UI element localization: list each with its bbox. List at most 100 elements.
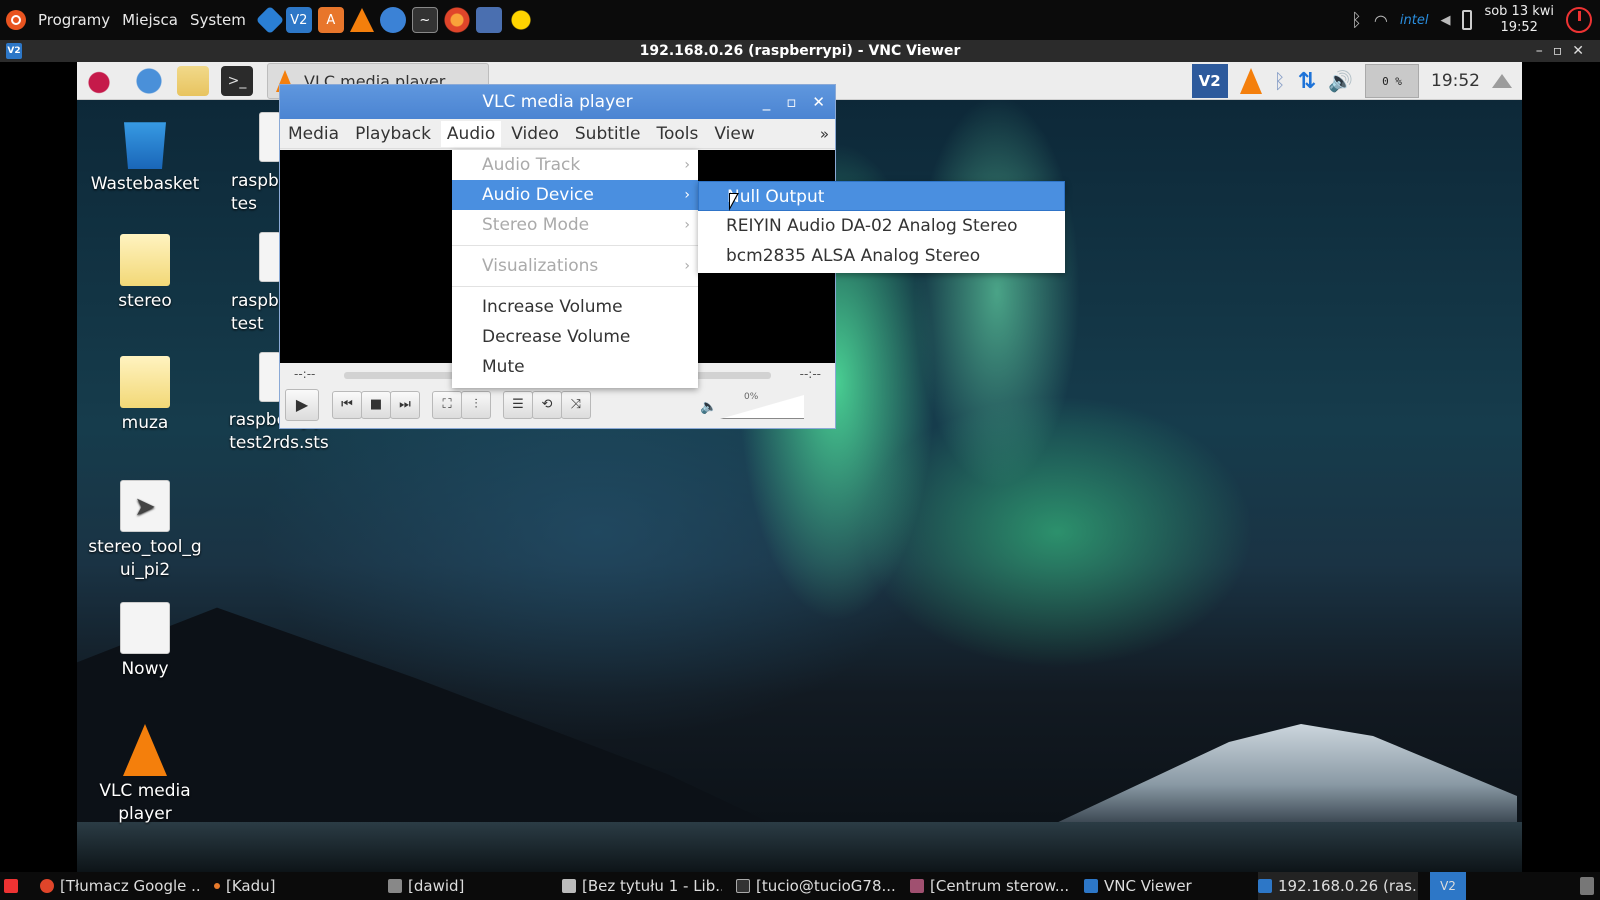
volume-icon[interactable]: ◀ <box>1440 13 1450 28</box>
software-icon[interactable]: A <box>317 7 344 33</box>
menu-item-increase-volume[interactable]: Increase Volume <box>452 292 698 322</box>
show-desktop-button[interactable] <box>4 872 26 900</box>
menu-item-mute[interactable]: Mute <box>452 352 698 382</box>
network-icon[interactable] <box>475 7 502 33</box>
next-button[interactable]: ⏭ <box>390 391 420 419</box>
device-reiyin[interactable]: REIYIN Audio DA-02 Analog Stereo <box>698 211 1065 241</box>
vnc-tray-button[interactable]: V2 <box>1430 872 1466 900</box>
menu-item-stereo-mode[interactable]: Stereo Mode › <box>452 210 698 240</box>
menu-item-decrease-volume[interactable]: Decrease Volume <box>452 322 698 352</box>
vlc-icon[interactable] <box>349 8 374 32</box>
taskbar-item-control-center[interactable]: [Centrum sterow... <box>910 872 1070 900</box>
audio-device-submenu: Null Output REIYIN Audio DA-02 Analog St… <box>698 181 1065 273</box>
menu-item-visualizations[interactable]: Visualizations › <box>452 251 698 281</box>
weather-icon[interactable] <box>507 7 534 33</box>
menu-programs[interactable]: Programy <box>38 11 110 29</box>
stop-button[interactable]: ■ <box>361 391 391 419</box>
taskbar-item-vnc-session[interactable]: 192.168.0.26 (ras... <box>1258 872 1418 900</box>
power-icon[interactable] <box>1566 7 1592 33</box>
document-icon <box>562 879 576 893</box>
desktop-icon-stereo-tool[interactable]: ➤ stereo_tool_gui_pi2 <box>85 480 205 582</box>
desktop-icon-muza[interactable]: muza <box>85 356 205 435</box>
battery-icon[interactable] <box>1462 10 1473 30</box>
device-null-output[interactable]: Null Output <box>698 181 1065 211</box>
ubuntu-logo-icon[interactable] <box>6 10 26 30</box>
desktop-icon-wastebasket[interactable]: Wastebasket <box>85 117 205 196</box>
menu-item-audio-track[interactable]: Audio Track › <box>452 150 698 180</box>
menu-overflow-icon[interactable]: » <box>820 125 829 143</box>
mail-icon[interactable] <box>379 7 406 33</box>
desktop-icon-raspb-test[interactable]: raspb test <box>217 290 279 336</box>
intel-icon[interactable]: intel <box>1400 13 1429 28</box>
taskbar-label: [tucio@tucioG78... <box>756 877 896 895</box>
chevron-right-icon: › <box>684 258 690 274</box>
menu-subtitle[interactable]: Subtitle <box>575 124 641 144</box>
vlc-tray-icon[interactable] <box>1239 68 1262 94</box>
menu-media[interactable]: Media <box>288 124 339 144</box>
fullscreen-button[interactable]: ⛶ <box>432 391 462 419</box>
taskbar-item-libreoffice[interactable]: [Bez tytułu 1 - Lib... <box>562 872 722 900</box>
desktop-icon-vlc[interactable]: VLC media player <box>85 724 205 826</box>
shuffle-button[interactable]: ⤨ <box>561 391 591 419</box>
play-button[interactable]: ▶ <box>285 389 319 421</box>
previous-button[interactable]: ⏮ <box>332 391 362 419</box>
taskbar-item-translate[interactable]: [Tłumacz Google ... <box>40 872 200 900</box>
eject-icon[interactable] <box>1492 74 1512 88</box>
vlc-titlebar[interactable]: VLC media player _ ▫ ✕ <box>280 85 835 119</box>
file-manager-icon[interactable] <box>177 66 209 96</box>
chevron-right-icon: › <box>684 187 690 203</box>
vnc-letterbox-right <box>1522 62 1600 872</box>
vnc-icon[interactable]: V2 <box>285 7 312 33</box>
bluetooth-icon[interactable]: ᛒ <box>1351 10 1362 31</box>
taskbar-item-terminal[interactable]: [tucio@tucioG78... <box>736 872 896 900</box>
bluetooth-icon[interactable]: ᛒ <box>1274 69 1286 93</box>
raspberry-menu-icon[interactable] <box>83 66 115 96</box>
host-clock[interactable]: sob 13 kwi 19:52 <box>1484 4 1554 36</box>
document-icon[interactable] <box>259 352 281 402</box>
speaker-icon[interactable]: 🔈 <box>700 399 717 415</box>
menu-video[interactable]: Video <box>511 124 559 144</box>
loop-button[interactable]: ⟲ <box>532 391 562 419</box>
vnc-window-controls[interactable]: –▫✕ <box>1536 40 1594 62</box>
monitor-icon[interactable]: ~ <box>411 7 438 33</box>
menu-system[interactable]: System <box>190 11 246 29</box>
menu-item-audio-device[interactable]: Audio Device › <box>452 180 698 210</box>
maximize-icon[interactable]: ▫ <box>786 85 796 119</box>
volume-slider[interactable]: 0% <box>720 392 804 419</box>
web-browser-icon[interactable] <box>133 66 165 96</box>
document-icon[interactable] <box>259 232 281 282</box>
clock-time: 19:52 <box>1500 20 1538 35</box>
minimize-icon[interactable]: _ <box>763 85 771 119</box>
firefox-icon[interactable] <box>443 7 470 33</box>
document-icon[interactable] <box>259 112 281 162</box>
volume-icon[interactable]: 🔊 <box>1328 69 1353 93</box>
menu-playback[interactable]: Playback <box>355 124 431 144</box>
desktop-icon-nowy[interactable]: Nowy <box>85 602 205 681</box>
kadu-icon[interactable] <box>255 5 285 35</box>
taskbar-label: [Kadu] <box>226 877 276 895</box>
terminal-icon[interactable]: >_ <box>221 66 253 96</box>
wifi-icon[interactable]: ◠ <box>1374 11 1388 30</box>
desktop-icon-stereo[interactable]: stereo <box>85 234 205 313</box>
taskbar-item-dawid[interactable]: [dawid] <box>388 872 548 900</box>
taskbar-item-kadu[interactable]: [Kadu] <box>214 872 374 900</box>
menu-audio[interactable]: Audio <box>440 120 502 147</box>
extended-settings-button[interactable]: ⫶ <box>461 391 491 419</box>
network-arrows-icon[interactable]: ⇅ <box>1298 69 1316 94</box>
menu-places[interactable]: Miejsca <box>122 11 178 29</box>
desktop-icon-label: Wastebasket <box>90 174 200 194</box>
device-bcm2835[interactable]: bcm2835 ALSA Analog Stereo <box>698 241 1065 271</box>
menu-view[interactable]: View <box>714 124 754 144</box>
firefox-icon <box>40 879 54 893</box>
vnc-server-tray-icon[interactable]: V2 <box>1191 64 1228 98</box>
menu-tools[interactable]: Tools <box>656 124 698 144</box>
pi-clock[interactable]: 19:52 <box>1431 71 1480 91</box>
close-icon[interactable]: ✕ <box>812 85 825 119</box>
taskbar-item-vnc-viewer[interactable]: VNC Viewer <box>1084 872 1244 900</box>
vnc-window-titlebar[interactable]: V2 192.168.0.26 (raspberrypi) - VNC View… <box>0 40 1600 62</box>
cpu-monitor[interactable]: 0 % <box>1365 64 1419 98</box>
trash-icon[interactable] <box>1580 877 1594 895</box>
playlist-button[interactable]: ☰ <box>503 391 533 419</box>
desktop-icon-raspb-tes[interactable]: raspb tes <box>217 170 279 216</box>
vnc-letterbox-left <box>0 62 77 872</box>
